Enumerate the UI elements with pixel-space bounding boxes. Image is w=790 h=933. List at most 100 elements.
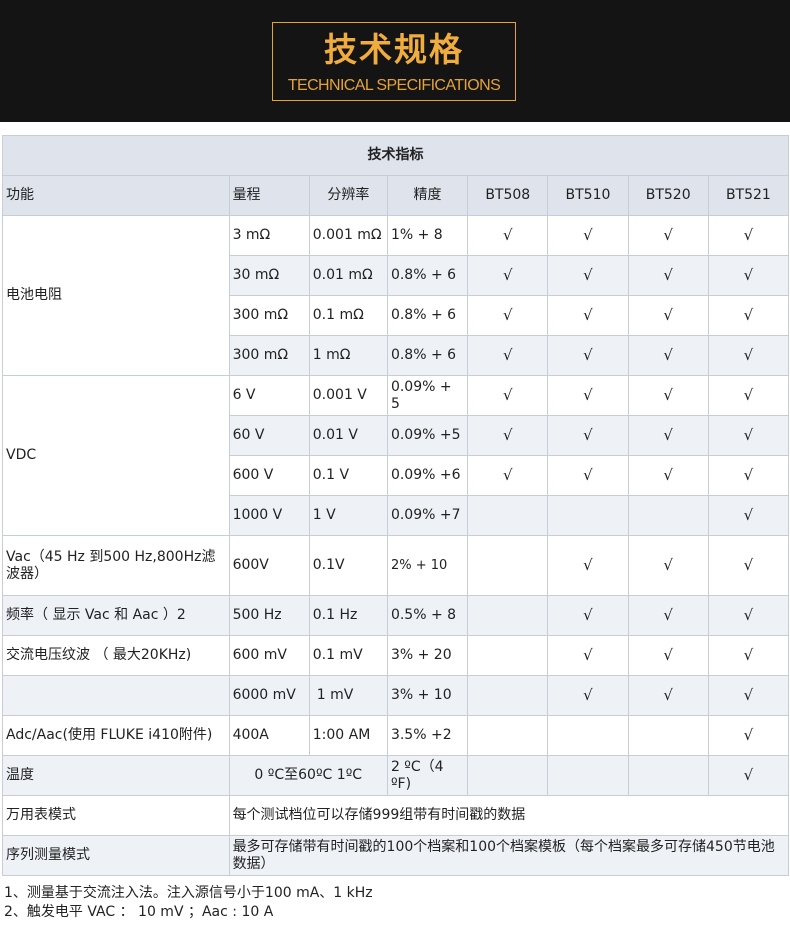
check-mark: √ — [547, 375, 629, 416]
check-mark: √ — [627, 415, 709, 456]
resolution-cell: 0.001 mΩ — [308, 215, 388, 256]
table-row: 万用表模式 每个测试档位可以存储999组带有时间戳的数据 — [2, 795, 790, 836]
check-mark: √ — [707, 635, 790, 676]
empty-cell — [467, 755, 549, 796]
accuracy-cell: 2 ºC（4 ºF) — [386, 755, 469, 796]
check-mark: √ — [627, 295, 709, 336]
range-cell: 6 V — [228, 375, 310, 416]
accuracy-cell: 0.09% +7 — [386, 495, 469, 536]
check-mark: √ — [467, 255, 549, 296]
check-mark: √ — [627, 215, 709, 256]
footnote-1: 1、测量基于交流注入法。注入源信号小于100 mA、1 kHz — [4, 885, 373, 901]
check-mark: √ — [547, 215, 629, 256]
spec-table: 技术指标 功能 量程 分辨率 精度 BT508 BT510 BT520 BT52… — [2, 135, 790, 876]
check-mark: √ — [547, 595, 629, 636]
resolution-cell: 0.1 mΩ — [308, 295, 388, 336]
check-mark: √ — [707, 375, 790, 416]
func-vac: Vac（45 Hz 到500 Hz,800Hz滤波器） — [2, 535, 230, 596]
header-banner: 技术规格 TECHNICAL SPECIFICATIONS — [0, 0, 790, 122]
accuracy-cell: 3% + 20 — [386, 635, 469, 676]
table-row: 温度 0 ºC至60ºC 1ºC 2 ºC（4 ºF) √ — [2, 755, 790, 796]
check-mark: √ — [707, 215, 790, 256]
banner-title-cn: 技术规格 — [324, 30, 464, 69]
range-cell: 300 mΩ — [228, 335, 310, 376]
table-row: Adc/Aac(使用 FLUKE i410附件) 400A 1:00 AM 3.… — [2, 715, 790, 756]
footnotes: 1、测量基于交流注入法。注入源信号小于100 mA、1 kHz 2、触发电平 V… — [4, 884, 373, 922]
accuracy-cell: 3.5% +2 — [386, 715, 469, 756]
check-mark: √ — [467, 335, 549, 376]
range-cell: 500 Hz — [228, 595, 310, 636]
check-mark: √ — [547, 455, 629, 496]
check-mark: √ — [547, 335, 629, 376]
accuracy-cell: 3% + 10 — [386, 675, 469, 716]
accuracy-cell: 2% + 10 — [386, 535, 469, 596]
check-mark: √ — [707, 535, 790, 596]
check-mark: √ — [627, 335, 709, 376]
header-bt508: BT508 — [467, 175, 549, 216]
range-cell: 400A — [228, 715, 310, 756]
banner-title-en: TECHNICAL SPECIFICATIONS — [287, 77, 501, 94]
range-cell: 3 mΩ — [228, 215, 310, 256]
func-adc-aac: Adc/Aac(使用 FLUKE i410附件) — [2, 715, 230, 756]
accuracy-cell: 1% + 8 — [386, 215, 469, 256]
check-mark: √ — [627, 535, 709, 596]
empty-cell — [467, 535, 549, 596]
empty-cell — [467, 675, 549, 716]
empty-cell — [547, 715, 629, 756]
empty-cell — [547, 495, 629, 536]
check-mark: √ — [707, 755, 790, 796]
resolution-cell: 1 V — [308, 495, 388, 536]
accuracy-cell: 0.09% +6 — [386, 455, 469, 496]
empty-cell — [627, 715, 709, 756]
range-cell: 600 V — [228, 455, 310, 496]
check-mark: √ — [627, 675, 709, 716]
table-row: 6000 mV 1 mV 3% + 10 √ √ √ — [2, 675, 790, 716]
empty-cell — [467, 635, 549, 676]
check-mark: √ — [707, 595, 790, 636]
check-mark: √ — [707, 295, 790, 336]
table-row: 序列测量模式 最多可存储带有时间戳的100个档案和100个档案模板（每个档案最多… — [2, 835, 790, 876]
check-mark: √ — [547, 255, 629, 296]
func-dmm-mode: 万用表模式 — [2, 795, 230, 836]
range-cell: 600 mV — [228, 635, 310, 676]
empty-cell — [547, 755, 629, 796]
range-cell: 1000 V — [228, 495, 310, 536]
accuracy-cell: 0.8% + 6 — [386, 335, 469, 376]
check-mark: √ — [627, 375, 709, 416]
table-row: 电池电阻 3 mΩ 0.001 mΩ 1% + 8 √ √ √ √ — [2, 215, 790, 376]
resolution-cell: 1 mΩ — [308, 335, 388, 376]
func-vdc: VDC — [2, 375, 230, 536]
check-mark: √ — [707, 415, 790, 456]
check-mark: √ — [707, 495, 790, 536]
header-bt520: BT520 — [627, 175, 709, 216]
resolution-cell: 0.001 V — [308, 375, 388, 416]
accuracy-cell: 0.09% + 5 — [386, 375, 469, 416]
header-resolution: 分辨率 — [308, 175, 388, 216]
empty-cell — [627, 755, 709, 796]
check-mark: √ — [627, 255, 709, 296]
resolution-cell: 0.1 Hz — [308, 595, 388, 636]
check-mark: √ — [467, 295, 549, 336]
header-bt510: BT510 — [547, 175, 629, 216]
check-mark: √ — [467, 215, 549, 256]
check-mark: √ — [467, 375, 549, 416]
func-ac-ripple-2 — [2, 675, 230, 716]
table-title-row: 技术指标 — [2, 135, 789, 176]
check-mark: √ — [467, 415, 549, 456]
resolution-cell: 1 mV — [308, 675, 388, 716]
func-ac-ripple: 交流电压纹波 （ 最大20KHz) — [2, 635, 230, 676]
empty-cell — [467, 495, 549, 536]
table-row: Vac（45 Hz 到500 Hz,800Hz滤波器） 600V 0.1V 2%… — [2, 535, 790, 596]
accuracy-cell: 0.8% + 6 — [386, 255, 469, 296]
accuracy-cell: 0.8% + 6 — [386, 295, 469, 336]
header-range: 量程 — [228, 175, 310, 216]
resolution-cell: 0.1V — [308, 535, 388, 596]
range-cell: 60 V — [228, 415, 310, 456]
empty-cell — [467, 715, 549, 756]
accuracy-cell: 0.5% + 8 — [386, 595, 469, 636]
check-mark: √ — [547, 415, 629, 456]
check-mark: √ — [707, 335, 790, 376]
check-mark: √ — [707, 715, 790, 756]
table-row: VDC 6 V 0.001 V 0.09% + 5 √ √ √ √ — [2, 375, 790, 536]
check-mark: √ — [547, 295, 629, 336]
